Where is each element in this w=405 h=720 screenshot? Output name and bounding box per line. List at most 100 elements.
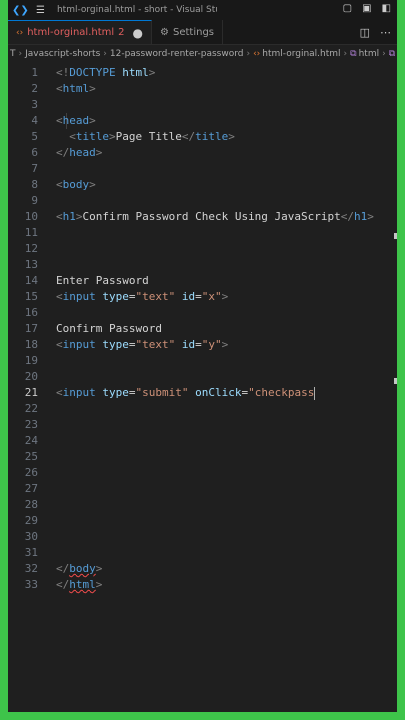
code-line[interactable]: 31	[8, 545, 397, 561]
editor-tabs: ‹› html-orginal.html 2 ● ⚙ Settings ◫ ⋯	[8, 20, 397, 45]
code-line[interactable]: 21 <input type="submit" onClick="checkpas…	[8, 385, 397, 401]
code-token: <	[69, 130, 76, 143]
line-number: 9	[31, 194, 38, 207]
code-line[interactable]: 5 <title>Page Title</title>	[8, 129, 397, 145]
code-token: head	[69, 146, 96, 159]
code-line[interactable]: 29	[8, 513, 397, 529]
code-token: >	[75, 210, 83, 223]
code-token: h1	[62, 210, 76, 223]
line-number: 27	[24, 482, 38, 495]
line-number: 25	[24, 450, 38, 463]
unsaved-dot-icon[interactable]: ●	[133, 26, 143, 40]
line-number: 6	[31, 146, 38, 159]
breadcrumb-item[interactable]: 12-password-renter-password	[110, 49, 244, 59]
line-number: 32	[24, 562, 38, 575]
code-token: type	[102, 290, 129, 303]
code-token: body	[62, 178, 90, 191]
layout-icon[interactable]: ▢	[343, 3, 352, 14]
code-token: =	[128, 386, 136, 399]
code-token: id	[181, 290, 196, 303]
code-line[interactable]: 17 Confirm Password	[8, 321, 397, 337]
tab-label: Settings	[172, 26, 214, 38]
problem-count-badge: 2	[118, 27, 125, 38]
tab-settings[interactable]: ⚙ Settings	[152, 20, 223, 44]
code-line[interactable]: 4 <head>	[8, 113, 397, 129]
code-token: "text"	[135, 290, 176, 303]
code-token: >	[95, 562, 103, 575]
code-token: input	[62, 290, 96, 303]
code-token: >	[89, 82, 96, 95]
code-line[interactable]: 19	[8, 353, 397, 369]
code-line[interactable]: 14 Enter Password	[8, 273, 397, 289]
code-token: "checkpass	[248, 386, 315, 399]
code-token: id	[181, 338, 196, 351]
more-actions-icon[interactable]: ⋯	[380, 26, 391, 39]
code-token: "x"	[201, 290, 222, 303]
code-line[interactable]: 15 <input type="text" id="x">	[8, 289, 397, 305]
code-line[interactable]: 10 <h1>Confirm Password Check Using JavaS…	[8, 209, 397, 225]
code-line[interactable]: 23	[8, 417, 397, 433]
code-token: input	[62, 338, 96, 351]
code-token: Page Title	[115, 130, 182, 143]
code-line[interactable]: 33 </html>	[8, 577, 397, 593]
split-editor-icon[interactable]: ◫	[360, 26, 370, 39]
line-number: 18	[24, 338, 38, 351]
code-text: <input type="text" id="y">	[56, 337, 228, 353]
layout-panel-icon[interactable]: ▣	[362, 3, 371, 14]
code-token: <	[56, 210, 63, 223]
code-line[interactable]: 20	[8, 369, 397, 385]
code-token: "text"	[135, 338, 176, 351]
code-line[interactable]: 32 </body>	[8, 561, 397, 577]
code-line[interactable]: 25	[8, 449, 397, 465]
window-title: html-orginal.html - short - Visual Studi…	[56, 5, 217, 15]
breadcrumb-item[interactable]: html	[359, 49, 380, 59]
code-line[interactable]: 8 <body>	[8, 177, 397, 193]
line-number: 20	[24, 370, 38, 383]
code-line[interactable]: 9	[8, 193, 397, 209]
code-line[interactable]: 7	[8, 161, 397, 177]
layout-sidebar-icon[interactable]: ◧	[382, 3, 391, 14]
code-text: </html>	[56, 577, 102, 593]
code-line[interactable]: 28	[8, 497, 397, 513]
line-number: 21	[24, 386, 38, 399]
code-token: title	[75, 130, 109, 143]
code-token: <	[56, 82, 63, 95]
code-line[interactable]: 13	[8, 257, 397, 273]
code-line[interactable]: 24	[8, 433, 397, 449]
vscode-icon: ❮❯	[12, 4, 29, 16]
line-number: 22	[24, 402, 38, 415]
code-line[interactable]: 26	[8, 465, 397, 481]
line-number: 13	[24, 258, 38, 271]
code-token: =	[128, 338, 136, 351]
line-number: 12	[24, 242, 38, 255]
code-token: Confirm Password Check Using JavaScript	[82, 210, 341, 223]
code-line[interactable]: 3	[8, 97, 397, 113]
code-token: >	[228, 130, 235, 143]
breadcrumb-item[interactable]: T	[10, 49, 16, 59]
code-line[interactable]: 16	[8, 305, 397, 321]
code-token: </	[56, 562, 70, 575]
code-token: </	[56, 578, 70, 591]
code-line[interactable]: 2 <html>	[8, 81, 397, 97]
tab-html-orginal[interactable]: ‹› html-orginal.html 2 ●	[8, 20, 153, 44]
text-cursor	[314, 386, 316, 400]
code-line[interactable]: 27	[8, 481, 397, 497]
code-token: title	[195, 130, 229, 143]
code-line[interactable]: 1 <!DOCTYPE html>	[8, 65, 397, 81]
code-line[interactable]: 11	[8, 225, 397, 241]
code-token: <!	[56, 66, 70, 79]
code-token: DOCTYPE	[69, 66, 116, 79]
breadcrumb-item[interactable]: Javascript-shorts	[25, 49, 100, 59]
hamburger-menu-icon[interactable]: ☰	[36, 5, 45, 16]
code-line[interactable]: 18 <input type="text" id="y">	[8, 337, 397, 353]
code-editor[interactable]: 1 <!DOCTYPE html> 2 <html> 3 4 <head> 5 <title>…	[8, 62, 397, 712]
code-line[interactable]: 6 </head>	[8, 145, 397, 161]
code-line[interactable]: 22	[8, 401, 397, 417]
breadcrumb-item[interactable]: html-orginal.html	[262, 49, 340, 59]
code-token: <	[56, 386, 63, 399]
code-line[interactable]: 30	[8, 529, 397, 545]
code-token: =	[128, 290, 136, 303]
code-line[interactable]: 12	[8, 241, 397, 257]
code-text: Confirm Password	[56, 321, 162, 337]
